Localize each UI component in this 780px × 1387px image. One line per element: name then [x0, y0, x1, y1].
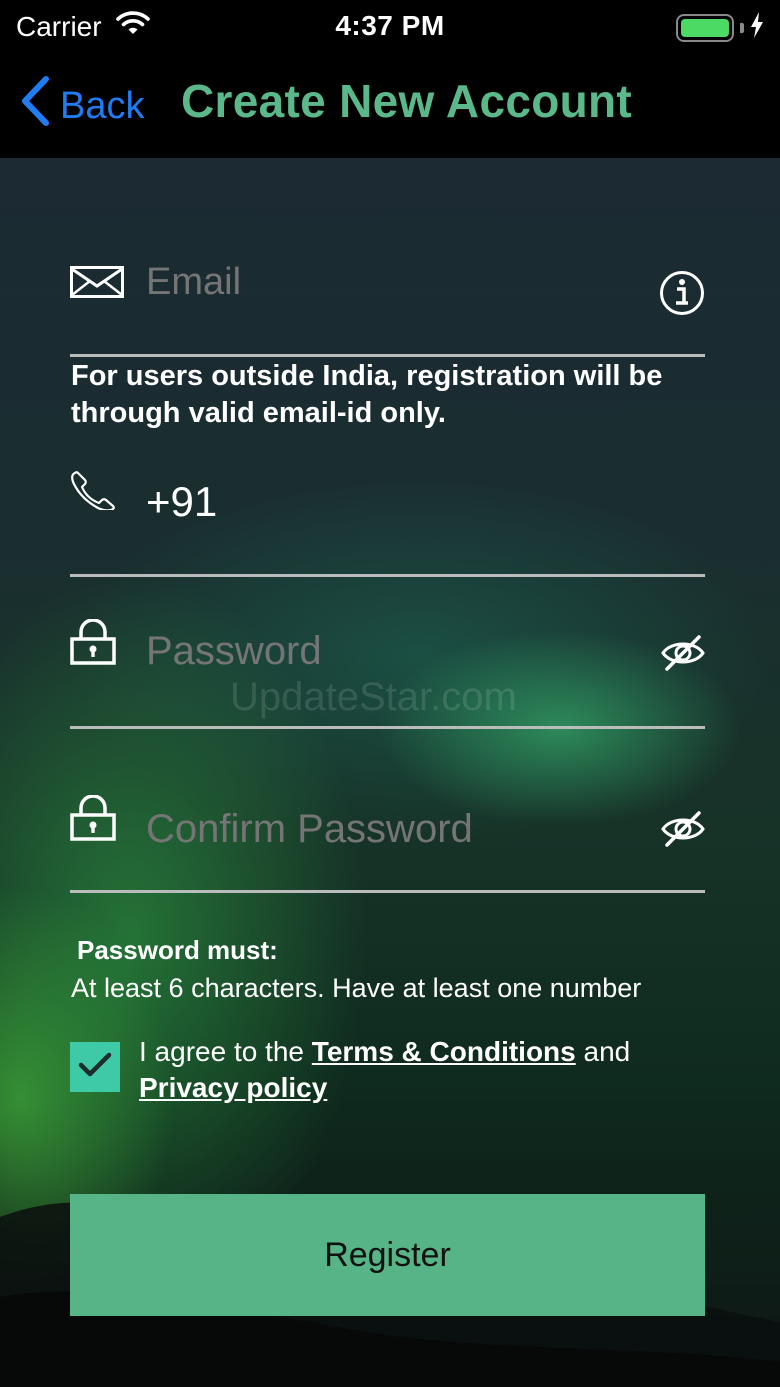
password-rules-title: Password must:: [77, 935, 278, 965]
password-field[interactable]: [70, 613, 705, 731]
back-label: Back: [60, 84, 145, 127]
phone-input[interactable]: [146, 474, 626, 530]
phone-field[interactable]: [70, 468, 705, 578]
phone-underline: [70, 574, 705, 577]
page-title: Create New Account: [181, 75, 633, 127]
agree-prefix: I agree to the: [139, 1036, 305, 1067]
battery-cap: [740, 22, 744, 33]
agree-text: I agree to the Terms & Conditions and Pr…: [139, 1034, 719, 1106]
agree-checkbox[interactable]: [70, 1042, 120, 1092]
agree-conjunction: and: [583, 1036, 631, 1067]
email-field[interactable]: [70, 248, 705, 358]
register-button[interactable]: Register: [70, 1194, 705, 1316]
lock-icon: [70, 794, 116, 846]
battery-icon: [676, 13, 734, 42]
confirm-password-underline: [70, 890, 705, 893]
eye-slash-icon[interactable]: [661, 809, 705, 854]
email-underline: [70, 354, 705, 357]
email-note: For users outside India, registration wi…: [71, 360, 663, 429]
info-icon[interactable]: [659, 270, 705, 321]
privacy-link[interactable]: Privacy policy: [139, 1072, 327, 1103]
battery-fill: [681, 18, 729, 37]
email-input[interactable]: [146, 258, 626, 306]
navigation-bar: Back Create New Account: [0, 54, 780, 158]
eye-slash-icon[interactable]: [661, 633, 705, 678]
battery-indicator: [676, 12, 764, 43]
lock-icon: [70, 618, 116, 670]
password-rules-text: At least 6 characters. Have at least one…: [71, 973, 642, 1003]
status-time: 4:37 PM: [335, 10, 445, 41]
password-input[interactable]: [146, 625, 626, 677]
password-underline: [70, 726, 705, 729]
back-button[interactable]: Back: [20, 76, 144, 136]
terms-link[interactable]: Terms & Conditions: [312, 1036, 576, 1067]
checkmark-icon: [78, 1051, 112, 1084]
charging-bolt-icon: [750, 12, 764, 43]
phone-icon: [70, 470, 116, 515]
back-chevron-icon: [20, 76, 52, 136]
envelope-icon: [70, 266, 124, 303]
form-background: UpdateStar.com For users outside India, …: [0, 158, 780, 1387]
confirm-password-input[interactable]: [146, 803, 626, 855]
status-bar: Carrier 4:37 PM: [0, 0, 780, 54]
confirm-password-field[interactable]: [70, 793, 705, 895]
